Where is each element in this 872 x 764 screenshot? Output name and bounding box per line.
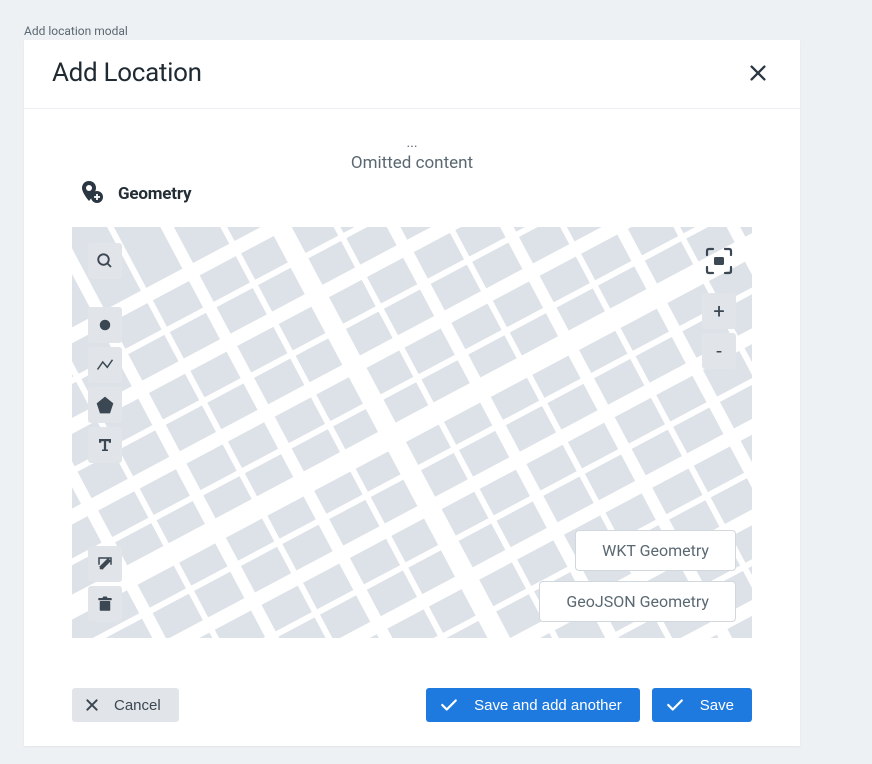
section-title: Geometry xyxy=(118,184,191,204)
zoom-in-button[interactable]: + xyxy=(702,293,736,329)
modal-footer: Cancel Save and add another Save xyxy=(24,638,800,746)
delete-button[interactable] xyxy=(88,586,122,622)
save-add-another-button[interactable]: Save and add another xyxy=(426,688,640,722)
map-search-button[interactable] xyxy=(88,243,122,279)
omitted-text: Omitted content xyxy=(351,153,473,173)
close-button[interactable] xyxy=(744,59,772,87)
modal-header: Add Location xyxy=(24,40,800,109)
fullscreen-button[interactable] xyxy=(702,243,736,279)
pentagon-icon xyxy=(95,395,115,415)
draw-point-button[interactable] xyxy=(88,307,122,343)
search-icon xyxy=(96,252,114,270)
modal-title: Add Location xyxy=(52,58,202,88)
modal-caption: Add location modal xyxy=(0,0,872,38)
geojson-geometry-button[interactable]: GeoJSON Geometry xyxy=(539,581,736,622)
close-icon xyxy=(747,62,769,84)
trash-icon xyxy=(96,595,114,613)
draw-text-button[interactable] xyxy=(88,427,122,463)
pin-add-icon xyxy=(78,179,104,209)
geometry-section-header: Geometry xyxy=(24,173,800,227)
save-add-label: Save and add another xyxy=(474,697,622,714)
edit-icon xyxy=(96,555,114,573)
edit-button[interactable] xyxy=(88,546,122,582)
add-location-modal: Add Location ... Omitted content Geometr… xyxy=(24,40,800,746)
save-label: Save xyxy=(700,697,734,714)
fullscreen-icon xyxy=(702,244,736,278)
close-icon xyxy=(84,697,100,713)
zoom-out-button[interactable]: - xyxy=(702,333,736,369)
wkt-geometry-button[interactable]: WKT Geometry xyxy=(575,530,736,571)
text-icon xyxy=(96,436,114,454)
cancel-button[interactable]: Cancel xyxy=(72,688,179,722)
draw-polygon-button[interactable] xyxy=(88,387,122,423)
check-icon xyxy=(438,696,460,714)
draw-line-button[interactable] xyxy=(88,347,122,383)
line-icon xyxy=(95,356,115,374)
map-canvas[interactable]: + - WKT Geometry GeoJSON Geometry xyxy=(72,227,752,638)
circle-icon xyxy=(96,316,114,334)
omitted-dots: ... xyxy=(24,135,800,151)
cancel-label: Cancel xyxy=(114,697,161,714)
omitted-content: ... Omitted content xyxy=(24,109,800,173)
check-icon xyxy=(664,696,686,714)
save-button[interactable]: Save xyxy=(652,688,752,722)
